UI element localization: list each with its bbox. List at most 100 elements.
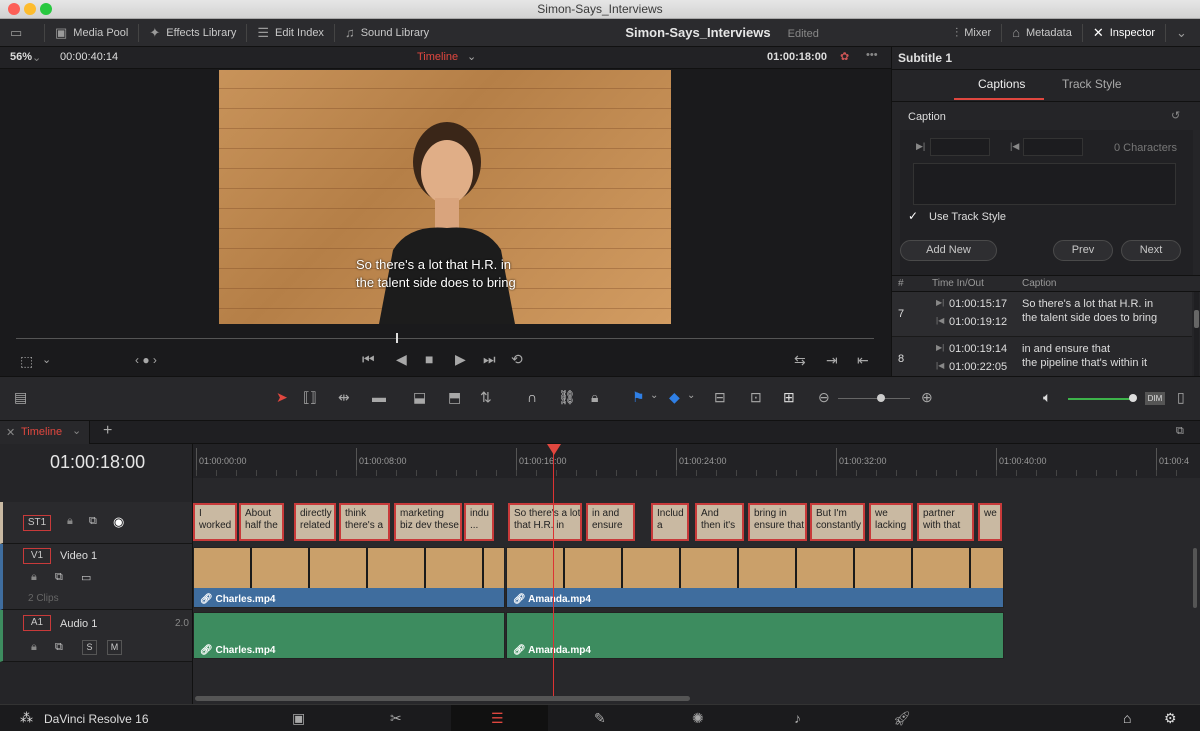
mark-out-icon[interactable]: ⇤ (857, 352, 869, 369)
chevron-down-icon[interactable]: ⌄ (467, 50, 476, 63)
caption-row[interactable]: 8 ▶| 01:00:19:14 |◀ 01:00:22:05 in and e… (892, 337, 1192, 376)
lock-icon[interactable]: 🔒︎ (67, 515, 73, 528)
play-icon[interactable]: ▶ (455, 351, 466, 368)
timeline-view-icon[interactable]: ▤ (14, 389, 27, 406)
home-icon[interactable]: ⌂ (1123, 710, 1131, 726)
subtitle-clip[interactable]: we (978, 503, 1002, 541)
chevron-down-icon[interactable]: ⌄ (72, 424, 81, 437)
inspector-button[interactable]: ✕ Inspector (1083, 19, 1165, 47)
add-new-button[interactable]: Add New (900, 240, 997, 261)
jump-end-icon[interactable]: ⏭ (483, 351, 496, 368)
track-id-a1[interactable]: A1 (23, 615, 51, 631)
audio-clip[interactable]: 🔗︎ Charles.mp4 (193, 612, 505, 659)
color-wheel-icon[interactable]: ✿ (840, 50, 849, 63)
dim-button[interactable]: DIM (1145, 392, 1165, 405)
track-id-v1[interactable]: V1 (23, 548, 51, 564)
metadata-button[interactable]: ⌂ Metadata (1002, 19, 1082, 47)
jump-start-icon[interactable]: ⏮ (362, 351, 375, 368)
edit-page-tab[interactable]: ☰ (451, 705, 548, 731)
fusion-page-icon[interactable]: ✎ (594, 710, 606, 727)
chevron-down-icon[interactable]: ⌄ (650, 390, 658, 401)
close-icon[interactable]: ✕ (6, 426, 15, 439)
zoom-slider[interactable] (838, 398, 910, 399)
subtitle-clip[interactable]: Includ a (651, 503, 689, 541)
flag-icon[interactable]: ⚑ (632, 389, 645, 406)
collapse-button[interactable]: ⌄ (1166, 19, 1200, 47)
scrubber-track[interactable] (16, 338, 874, 339)
chevron-down-icon[interactable]: ⌄ (32, 51, 41, 64)
auto-select-icon[interactable]: ⧉ (55, 571, 63, 584)
tab-track-style[interactable]: Track Style (1062, 77, 1122, 91)
marker-icon[interactable]: ◆ (669, 389, 680, 406)
media-page-icon[interactable]: ▣ (292, 710, 305, 727)
subtitle-clip[interactable]: marketing biz dev these (394, 503, 462, 541)
dynamic-trim-icon[interactable]: ⇹ (338, 389, 350, 406)
tab-captions[interactable]: Captions (978, 77, 1025, 91)
jog-control[interactable]: ‹ ● › (135, 353, 157, 367)
timeline-ruler[interactable]: 01:00:00:00 01:00:08:00 01:00:16:00 01:00:2… (193, 444, 1200, 478)
video-clip[interactable]: 🔗︎ Charles.mp4 (193, 547, 505, 608)
subtitle-clip[interactable]: partner with that (917, 503, 974, 541)
speaker-icon[interactable]: 🔈︎ (1043, 389, 1051, 406)
video-enable-icon[interactable]: ▭ (81, 571, 91, 584)
chevron-down-icon[interactable]: ⌄ (687, 390, 695, 401)
zoom-out-icon[interactable]: ⊖ (818, 389, 830, 406)
subtitle-clip[interactable]: About half the (239, 503, 284, 541)
mark-in-icon[interactable]: ⇥ (826, 352, 838, 369)
caption-row[interactable]: 7 ▶| 01:00:15:17 |◀ 01:00:19:12 So there… (892, 292, 1192, 337)
volume-slider-handle[interactable] (1129, 394, 1137, 402)
auto-select-icon[interactable]: ⧉ (89, 515, 97, 528)
video-clip[interactable]: 🔗︎ Amanda.mp4 (506, 547, 1004, 608)
volume-slider[interactable] (1068, 398, 1132, 400)
more-options-icon[interactable]: ••• (866, 49, 878, 61)
selection-tool-icon[interactable]: ➤ (276, 389, 288, 406)
effects-library-button[interactable]: ✦ Effects Library (139, 19, 246, 47)
settings-gear-icon[interactable]: ⚙ (1164, 710, 1177, 727)
subtitle-clip[interactable]: we lacking (869, 503, 913, 541)
eye-icon[interactable]: ◉ (113, 514, 124, 530)
scrubber-handle[interactable] (396, 333, 398, 343)
close-window-button[interactable] (8, 3, 20, 15)
use-track-style-checkbox[interactable]: ✓ (908, 210, 921, 223)
solo-button[interactable]: S (82, 640, 97, 655)
next-button[interactable]: Next (1121, 240, 1181, 261)
timeline-options-icon[interactable]: ⧉ (1176, 425, 1184, 438)
edit-index-button[interactable]: ☰ Edit Index (247, 19, 334, 47)
full-extent-zoom-icon[interactable]: ⊟ (714, 389, 726, 406)
play-reverse-icon[interactable]: ◀ (396, 351, 407, 368)
subtitle-clip[interactable]: Iworked (193, 503, 237, 541)
subtitle-clip[interactable]: think there's a (339, 503, 390, 541)
timeline-v-scrollbar[interactable] (1193, 548, 1197, 608)
track-id-st1[interactable]: ST1 (23, 515, 51, 531)
zoom-slider-handle[interactable] (877, 394, 885, 402)
lock-icon[interactable]: 🔒︎ (31, 571, 37, 584)
audio-clip[interactable]: 🔗︎ Amanda.mp4 (506, 612, 1004, 659)
caption-text-field[interactable] (913, 163, 1176, 205)
crop-icon[interactable]: ⬚ (20, 353, 33, 370)
custom-zoom-icon[interactable]: ⊞ (783, 389, 795, 406)
deliver-page-icon[interactable]: 🚀︎ (893, 710, 911, 727)
subtitle-clip[interactable]: bring in ensure that (748, 503, 807, 541)
subtitle-clip[interactable]: So there's a lot that H.R. in (508, 503, 582, 541)
trim-tool-icon[interactable]: ⟦⟧ (303, 389, 317, 406)
caption-list-scrollbar[interactable] (1194, 292, 1199, 376)
time-in-field[interactable] (930, 138, 990, 156)
minimize-window-button[interactable] (24, 3, 36, 15)
match-frame-icon[interactable]: ⇆ (794, 352, 806, 369)
timeline-selector[interactable]: Timeline (417, 51, 458, 63)
detail-zoom-icon[interactable]: ⊡ (750, 389, 762, 406)
lock-icon[interactable]: 🔒︎ (31, 641, 37, 654)
zoom-window-button[interactable] (40, 3, 52, 15)
time-out-field[interactable] (1023, 138, 1083, 156)
playhead[interactable] (553, 446, 554, 696)
workspace-icon[interactable]: ▭ (0, 19, 44, 47)
subtitle-clip[interactable]: But I'm constantly (810, 503, 865, 541)
reset-icon[interactable]: ↺ (1171, 109, 1180, 122)
subtitle-clip[interactable]: And then it's (695, 503, 744, 541)
replace-clip-icon[interactable]: ⇅ (480, 389, 492, 406)
add-timeline-button[interactable]: + (103, 422, 112, 440)
blade-tool-icon[interactable]: ▬ (372, 389, 386, 405)
playhead-marker[interactable] (547, 444, 561, 455)
media-pool-button[interactable]: ▣ Media Pool (45, 19, 138, 47)
timeline-h-scrollbar[interactable] (195, 696, 690, 701)
